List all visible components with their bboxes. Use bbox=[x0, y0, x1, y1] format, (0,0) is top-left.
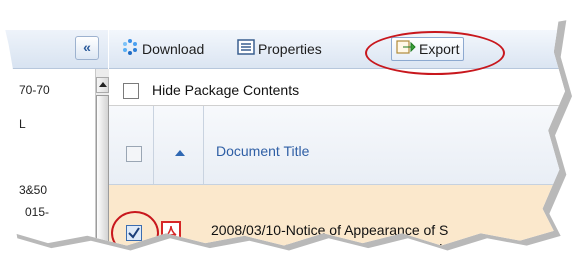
collapse-panel-button[interactable]: « bbox=[75, 36, 99, 60]
properties-icon bbox=[237, 39, 255, 61]
list-item[interactable]: 70-70 bbox=[19, 83, 50, 97]
list-item[interactable]: 3&50 bbox=[19, 183, 47, 197]
document-title-column-header[interactable]: Document Title bbox=[216, 143, 309, 159]
screenshot-frame: « 70-70 L 3&50 015- Download Properties … bbox=[0, 0, 584, 268]
hide-package-label: Hide Package Contents bbox=[152, 82, 300, 98]
download-label: Download bbox=[142, 41, 205, 57]
paper-clipping: « 70-70 L 3&50 015- Download Properties … bbox=[3, 5, 565, 246]
scroll-up-arrow-icon[interactable] bbox=[96, 77, 109, 93]
row-checkbox[interactable] bbox=[126, 225, 142, 241]
download-button[interactable]: Download bbox=[121, 38, 204, 60]
toolbar: Download Properties Export bbox=[109, 30, 565, 69]
list-item[interactable]: L bbox=[19, 117, 26, 131]
export-label: Export bbox=[419, 41, 460, 57]
list-item[interactable]: 015- bbox=[25, 205, 49, 219]
vertical-scrollbar[interactable] bbox=[95, 69, 109, 246]
sort-ascending-icon[interactable] bbox=[175, 150, 185, 156]
left-panel-list: 70-70 L 3&50 015- bbox=[3, 69, 95, 246]
column-divider bbox=[153, 106, 154, 184]
scrollbar-thumb[interactable] bbox=[96, 95, 109, 246]
table-header: Document Title bbox=[109, 106, 565, 185]
export-button[interactable]: Export bbox=[391, 37, 465, 61]
export-icon bbox=[396, 39, 416, 61]
properties-label: Properties bbox=[258, 41, 322, 57]
select-all-checkbox[interactable] bbox=[126, 146, 142, 162]
left-panel-header: « bbox=[3, 30, 108, 69]
column-divider bbox=[203, 106, 204, 184]
download-icon bbox=[121, 38, 139, 62]
properties-button[interactable]: Properties bbox=[237, 38, 322, 60]
hide-package-row: Hide Package Contents bbox=[109, 69, 565, 106]
hide-package-checkbox[interactable] bbox=[123, 83, 139, 99]
checkmark-icon bbox=[128, 227, 140, 239]
